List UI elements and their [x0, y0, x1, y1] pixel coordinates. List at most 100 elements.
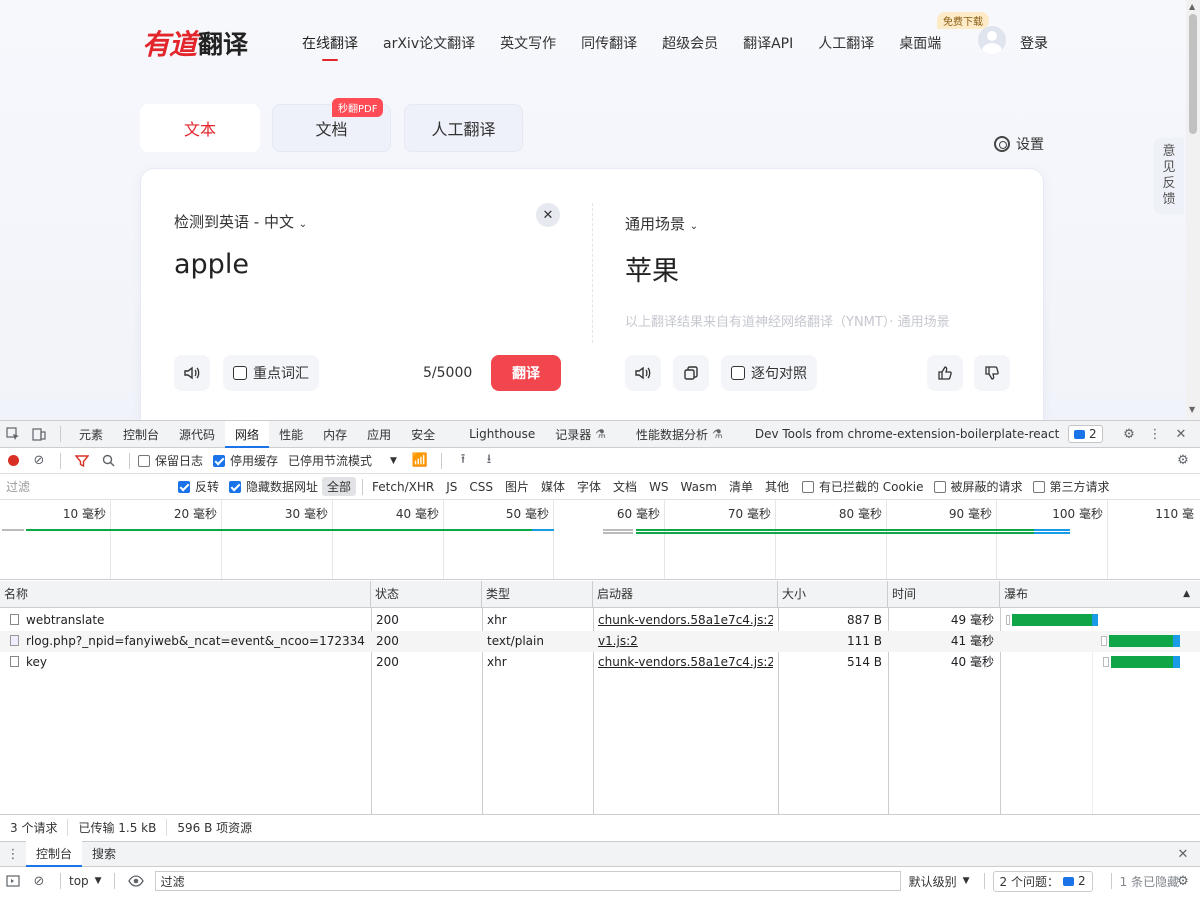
scroll-down-icon[interactable]: ▼: [1189, 405, 1195, 414]
type-filter-wasm[interactable]: Wasm: [676, 479, 722, 495]
filter-icon[interactable]: [69, 448, 95, 474]
device-toolbar-icon[interactable]: [26, 421, 52, 447]
column-header-initiator[interactable]: 启动器: [593, 581, 778, 608]
log-level-select[interactable]: 默认级别 ▼: [909, 873, 970, 890]
table-row[interactable]: key 200 xhr chunk-vendors.58a1e7c4.js:20…: [0, 652, 1200, 673]
issues-counter[interactable]: 2: [1068, 425, 1103, 443]
nav-api[interactable]: 翻译API: [743, 33, 793, 53]
drawer-tab-search[interactable]: 搜索: [82, 841, 126, 867]
settings-button[interactable]: 设置: [994, 134, 1044, 154]
clear-console-icon[interactable]: ⊘: [26, 868, 52, 894]
tab-console[interactable]: 控制台: [113, 421, 169, 447]
type-filter-other[interactable]: 其他: [760, 477, 794, 496]
tab-recorder[interactable]: 记录器 ⚗: [545, 421, 616, 447]
tab-network[interactable]: 网络: [225, 421, 270, 448]
export-har-icon[interactable]: ⭳: [476, 448, 502, 474]
gear-icon[interactable]: ⚙: [1170, 868, 1196, 894]
close-icon[interactable]: ✕: [1170, 841, 1196, 867]
column-header-waterfall[interactable]: 瀑布 ▲: [1000, 581, 1200, 608]
drawer-tab-console[interactable]: 控制台: [26, 841, 83, 867]
tab-performance-insights[interactable]: 性能数据分析 ⚗: [626, 421, 733, 447]
context-select[interactable]: top ▼: [69, 874, 102, 888]
request-initiator[interactable]: chunk-vendors.58a1e7c4.js:20: [598, 610, 773, 631]
sentence-compare-toggle[interactable]: 逐句对照: [721, 355, 817, 391]
nav-vip[interactable]: 超级会员: [662, 33, 718, 53]
clear-icon[interactable]: ⊘: [26, 448, 52, 474]
type-filter-all[interactable]: 全部: [322, 477, 357, 496]
type-filter-font[interactable]: 字体: [572, 477, 606, 496]
table-row[interactable]: webtranslate 200 xhr chunk-vendors.58a1e…: [0, 610, 1200, 631]
gear-icon[interactable]: ⚙: [1170, 448, 1196, 474]
third-party-toggle[interactable]: 第三方请求: [1032, 478, 1110, 495]
tab-memory[interactable]: 内存: [313, 421, 357, 447]
tab-sources[interactable]: 源代码: [169, 421, 225, 447]
hide-data-urls-toggle[interactable]: 隐藏数据网址: [229, 478, 318, 495]
nav-arxiv[interactable]: arXiv论文翻译: [383, 33, 475, 53]
source-text-input[interactable]: apple: [174, 249, 249, 280]
mode-tab-text[interactable]: 文本: [140, 104, 260, 152]
source-language-select[interactable]: 检测到英语 - 中文 ⌄: [174, 211, 307, 232]
tab-extension-devtools[interactable]: Dev Tools from chrome-extension-boilerpl…: [745, 421, 1069, 447]
request-initiator[interactable]: chunk-vendors.58a1e7c4.js:20: [598, 652, 773, 673]
blocked-requests-toggle[interactable]: 被屏蔽的请求: [933, 478, 1023, 495]
inspect-element-icon[interactable]: [0, 421, 26, 447]
nav-online-translate[interactable]: 在线翻译: [302, 33, 358, 61]
console-filter-input[interactable]: 过滤: [154, 871, 901, 891]
gear-icon[interactable]: ⚙: [1116, 421, 1142, 447]
thumbs-up-button[interactable]: [927, 355, 963, 391]
throttling-select[interactable]: 已停用节流模式 ▼: [288, 452, 397, 469]
feedback-button[interactable]: 意 见 反 馈: [1154, 138, 1184, 214]
preserve-log-toggle[interactable]: 保留日志: [138, 452, 203, 469]
scrollbar-thumb[interactable]: [1189, 14, 1197, 134]
copy-button[interactable]: [673, 355, 709, 391]
scroll-up-icon[interactable]: ▲: [1189, 2, 1195, 11]
tab-security[interactable]: 安全: [401, 421, 445, 447]
clear-button[interactable]: ✕: [536, 203, 560, 227]
tab-lighthouse[interactable]: Lighthouse: [459, 421, 545, 447]
import-har-icon[interactable]: ⭱: [450, 448, 476, 474]
eye-icon[interactable]: [123, 868, 149, 894]
translate-button[interactable]: 翻译: [491, 355, 561, 391]
type-filter-manifest[interactable]: 清单: [724, 477, 758, 496]
blocked-cookies-toggle[interactable]: 有已拦截的 Cookie: [801, 478, 924, 495]
page-scrollbar[interactable]: ▲ ▼: [1186, 0, 1200, 420]
type-filter-media[interactable]: 媒体: [536, 477, 570, 496]
nav-desktop[interactable]: 桌面端: [899, 33, 941, 53]
key-vocab-toggle[interactable]: 重点词汇: [223, 355, 319, 391]
search-icon[interactable]: [95, 448, 121, 474]
more-vertical-icon[interactable]: ⋮: [1142, 421, 1168, 447]
scene-select[interactable]: 通用场景 ⌄: [625, 213, 698, 234]
sidebar-toggle-icon[interactable]: [0, 868, 26, 894]
type-filter-doc[interactable]: 文档: [608, 477, 642, 496]
column-header-name[interactable]: 名称: [0, 581, 371, 608]
speak-source-button[interactable]: [174, 355, 210, 391]
invert-toggle[interactable]: 反转: [178, 478, 219, 495]
network-overview[interactable]: 10 毫秒 20 毫秒 30 毫秒 40 毫秒 50 毫秒 60 毫秒 70 毫…: [0, 500, 1200, 580]
tab-application[interactable]: 应用: [357, 421, 401, 447]
column-header-type[interactable]: 类型: [482, 581, 593, 608]
speak-target-button[interactable]: [625, 355, 661, 391]
nav-simultaneous[interactable]: 同传翻译: [581, 33, 637, 53]
thumbs-down-button[interactable]: [974, 355, 1010, 391]
tab-performance[interactable]: 性能: [269, 421, 313, 447]
type-filter-js[interactable]: JS: [441, 479, 462, 495]
youdao-logo[interactable]: 有道 翻译: [142, 26, 248, 61]
filter-input[interactable]: 过滤: [0, 478, 166, 496]
tab-elements[interactable]: 元素: [69, 421, 113, 447]
nav-human-translate[interactable]: 人工翻译: [818, 33, 874, 53]
type-filter-xhr[interactable]: Fetch/XHR: [367, 479, 439, 495]
column-header-size[interactable]: 大小: [778, 581, 888, 608]
column-header-status[interactable]: 状态: [371, 581, 482, 608]
close-icon[interactable]: ✕: [1168, 421, 1194, 447]
type-filter-css[interactable]: CSS: [464, 479, 498, 495]
login-link[interactable]: 登录: [1020, 33, 1048, 53]
type-filter-img[interactable]: 图片: [500, 477, 534, 496]
table-row[interactable]: rlog.php?_npid=fanyiweb&_ncat=event&_nco…: [0, 631, 1200, 652]
record-icon[interactable]: [0, 448, 26, 474]
more-vertical-icon[interactable]: ⋮: [0, 841, 26, 867]
request-initiator[interactable]: v1.js:2: [598, 631, 773, 652]
nav-english-writing[interactable]: 英文写作: [500, 33, 556, 53]
disable-cache-toggle[interactable]: 停用缓存: [213, 452, 278, 469]
avatar[interactable]: [978, 26, 1006, 54]
column-header-time[interactable]: 时间: [888, 581, 1000, 608]
